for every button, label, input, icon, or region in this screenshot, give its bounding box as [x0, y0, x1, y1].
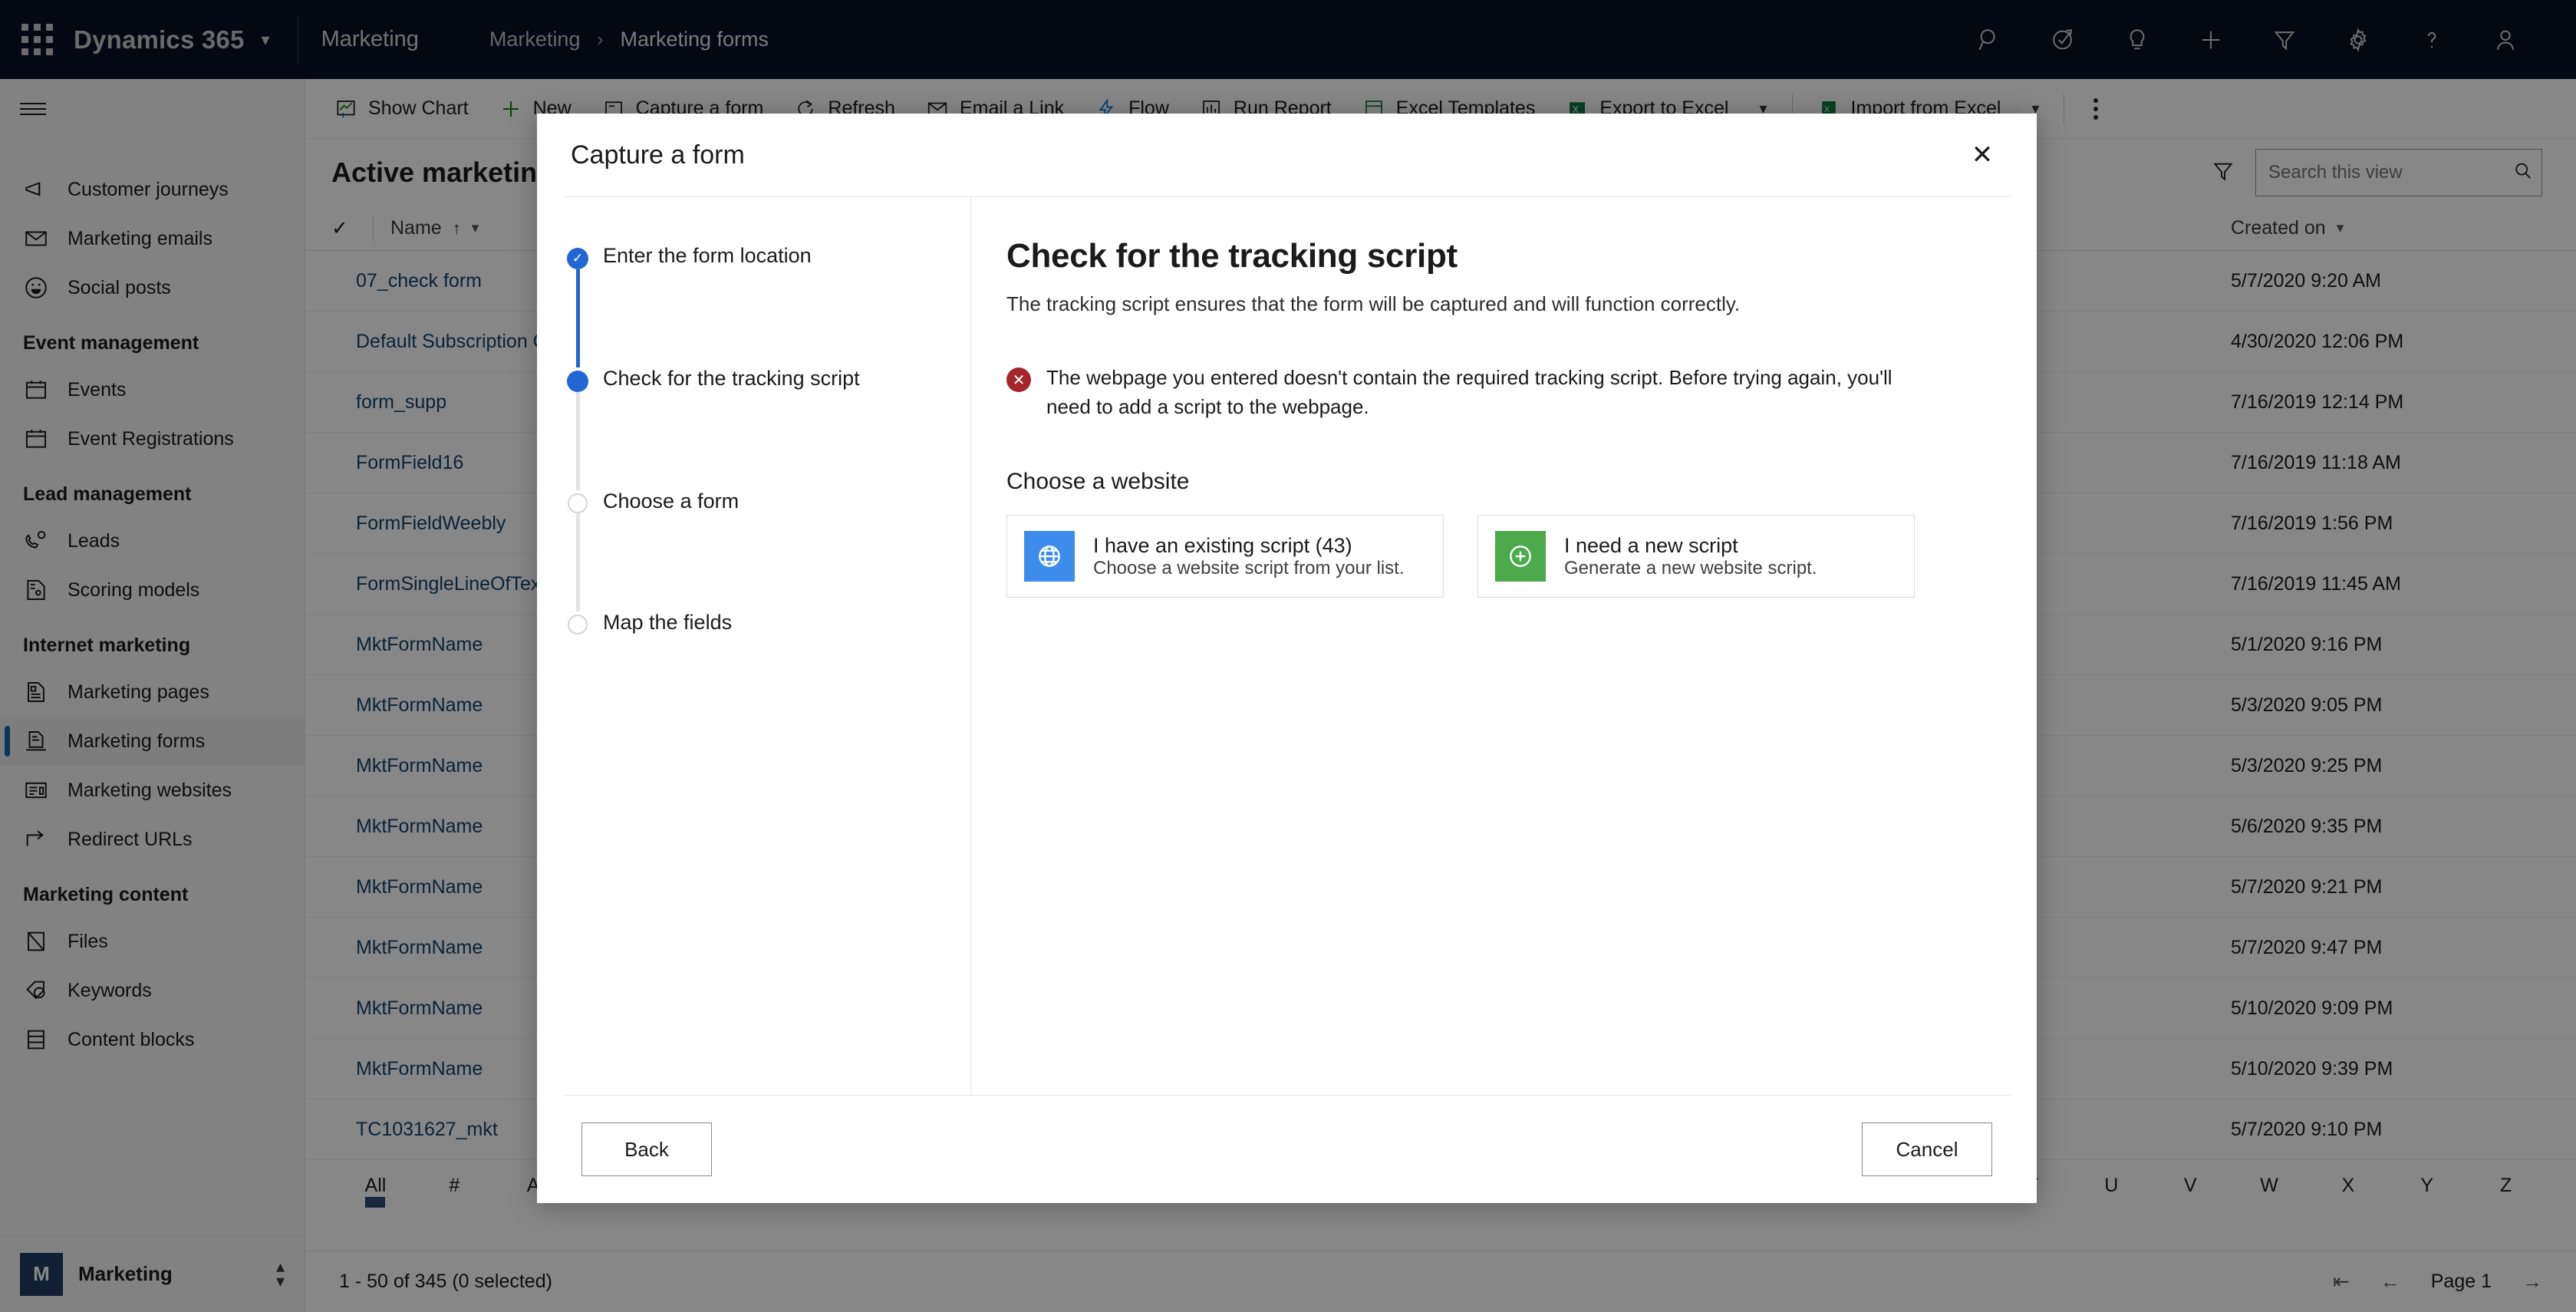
close-icon[interactable]: ✕ [1955, 128, 2009, 182]
card-text: I have an existing script (43) Choose a … [1093, 534, 1404, 579]
error-text: The webpage you entered doesn't contain … [1046, 366, 1892, 418]
plus-circle-icon [1495, 531, 1546, 582]
dialog-header: Capture a form ✕ [537, 114, 2037, 196]
step-label: Enter the form location [603, 244, 812, 267]
error-message: ✕ The webpage you entered doesn't contai… [1006, 364, 1991, 421]
card-text: I need a new script Generate a new websi… [1564, 534, 1817, 579]
card-title: I need a new script [1564, 533, 1738, 557]
check-icon: ✓ [567, 248, 588, 269]
dialog-footer: Back Cancel [537, 1096, 2037, 1203]
globe-icon [1024, 531, 1075, 582]
step-label: Map the fields [603, 611, 733, 634]
existing-script-card[interactable]: I have an existing script (43) Choose a … [1006, 515, 1444, 598]
dialog-title: Capture a form [571, 140, 745, 170]
card-subtitle: Choose a website script from your list. [1093, 557, 1405, 579]
step-status-icon [563, 368, 592, 392]
step-status-icon: ✓ [563, 245, 592, 269]
back-button[interactable]: Back [581, 1122, 712, 1176]
pending-step-icon [568, 493, 588, 513]
pane-heading: Check for the tracking script [1006, 237, 1458, 275]
current-step-icon [567, 371, 588, 392]
wizard-step-map-the-fields[interactable]: Map the fields [563, 611, 970, 635]
wizard-pane: Check for the tracking script The tracki… [971, 197, 2037, 1095]
step-label: Check for the tracking script [603, 367, 860, 390]
step-label: Choose a form [603, 490, 740, 513]
step-status-icon [563, 611, 592, 635]
step-connector [563, 513, 592, 611]
error-icon: ✕ [1006, 368, 1031, 392]
new-script-card[interactable]: I need a new script Generate a new websi… [1477, 515, 1915, 598]
wizard-step-enter-the-form-location[interactable]: ✓ Enter the form location [563, 244, 970, 269]
wizard-step-choose-a-form[interactable]: Choose a form [563, 490, 970, 513]
card-title: I have an existing script (43) [1093, 533, 1352, 557]
dialog-body: ✓ Enter the form location Check for the … [537, 197, 2037, 1095]
cancel-button[interactable]: Cancel [1862, 1122, 1992, 1176]
pending-step-icon [568, 615, 588, 635]
choose-a-website-label: Choose a website [1006, 469, 1190, 495]
card-subtitle: Generate a new website script. [1564, 557, 1817, 579]
pane-subheading: The tracking script ensures that the for… [1006, 292, 1741, 315]
step-connector [563, 392, 592, 490]
capture-a-form-dialog: Capture a form ✕ ✓ Enter the form locati… [537, 114, 2037, 1203]
wizard-steps: ✓ Enter the form location Check for the … [537, 197, 971, 1095]
wizard-step-check-for-the-tracking-script[interactable]: Check for the tracking script [563, 367, 970, 392]
step-connector [563, 269, 592, 368]
step-status-icon [563, 490, 592, 513]
website-choice-cards: I have an existing script (43) Choose a … [1006, 515, 1991, 598]
